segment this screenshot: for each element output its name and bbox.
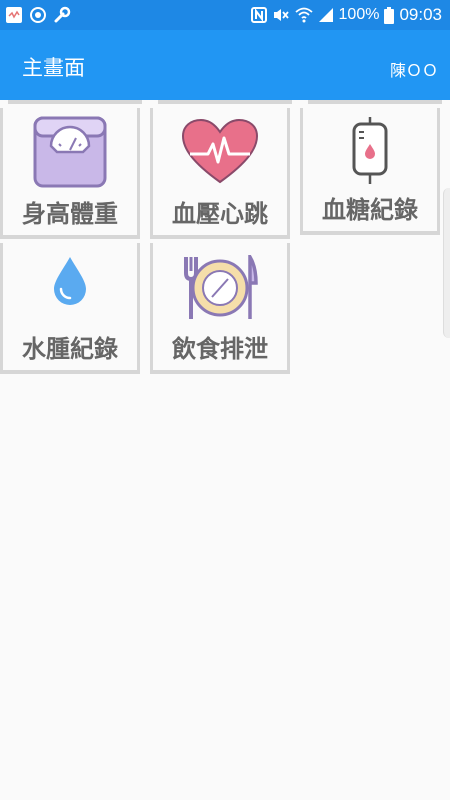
menu-item-label: 血壓心跳 [172,200,268,228]
water-drop-icon [54,257,86,305]
menu-item-label: 飲食排泄 [172,335,268,363]
menu-item-label: 血糖紀錄 [322,196,418,224]
card-top-border [158,100,292,104]
menu-item-blood-pressure[interactable]: 血壓心跳 [150,108,290,239]
scale-icon [33,116,107,188]
status-right: 100% 09:03 [250,5,442,25]
menu-item-edema[interactable]: 水腫紀錄 [0,243,140,374]
app-bar: 主畫面 陳ＯＯ [0,30,450,100]
mute-icon [273,9,289,21]
status-left [5,6,71,24]
scroll-indicator[interactable] [443,188,450,338]
user-name[interactable]: 陳ＯＯ [390,57,438,81]
menu-item-label: 水腫紀錄 [22,335,118,363]
wrench-icon [54,6,71,23]
clock: 09:03 [399,5,442,24]
wifi-icon [294,7,313,23]
menu-item-label: 身高體重 [22,200,118,228]
card-top-border [308,100,442,104]
menu-item-diet-excretion[interactable]: 飲食排泄 [150,243,290,374]
card-top-border [8,100,142,104]
battery-icon [384,6,395,24]
sync-icon [30,7,46,23]
menu-item-blood-sugar[interactable]: 血糖紀錄 [300,108,440,235]
battery-percent: 100% [338,6,380,23]
heart-icon [181,118,259,184]
app-icon [6,7,22,23]
signal-icon [318,8,333,22]
plate-icon [184,255,258,319]
status-bar: 100% 09:03 [0,0,450,30]
page-title: 主畫面 [22,56,85,80]
blood-bag-icon [352,117,388,184]
nfc-icon [250,7,267,23]
menu-item-height-weight[interactable]: 身高體重 [0,108,140,239]
